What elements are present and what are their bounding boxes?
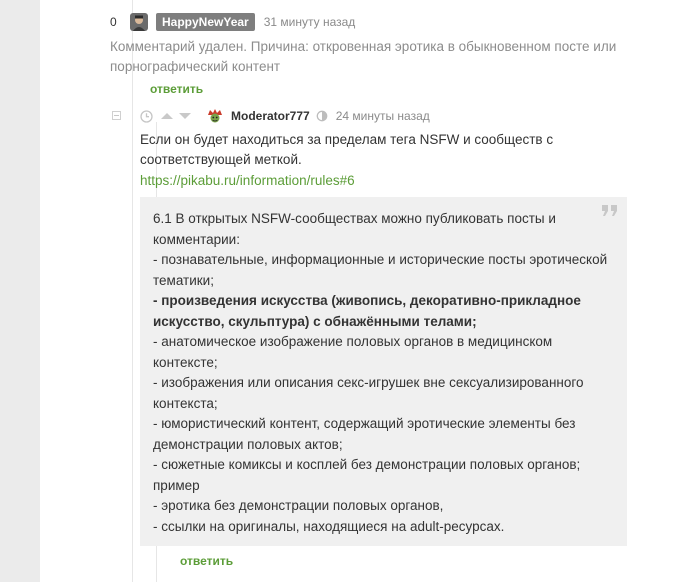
rules-quote: 6.1 В открытых NSFW-сообществах можно пу… — [140, 197, 627, 546]
comment-time[interactable]: 24 минуты назад — [336, 109, 430, 123]
comment-text: Если он будет находиться за пределам тег… — [140, 132, 554, 167]
quote-line: - познавательные, информационные и истор… — [153, 252, 608, 288]
quote-line: - произведения искусства (живопись, деко… — [153, 293, 581, 329]
thread-line — [132, 0, 133, 582]
quote-text: 6.1 В открытых NSFW-сообществах можно пу… — [153, 209, 608, 537]
arrow-up-icon[interactable] — [160, 111, 174, 121]
quote-line: - анатомическое изображение половых орга… — [153, 334, 553, 370]
quote-line: - ссылки на оригиналы, находящиеся на ad… — [153, 518, 505, 534]
moderator-icon — [316, 110, 328, 122]
comment-header: 0 HappyNewYear 31 минуту назад — [110, 12, 355, 32]
reply-button[interactable]: ответить — [150, 82, 203, 96]
quote-line: 6.1 В открытых NSFW-сообществах можно пу… — [153, 211, 556, 247]
avatar[interactable] — [206, 107, 224, 125]
comment-header: Moderator777 24 минуты назад — [140, 106, 430, 126]
avatar[interactable] — [130, 13, 148, 31]
username-link[interactable]: Moderator777 — [231, 109, 310, 123]
comment-rating: 0 — [110, 15, 117, 29]
quote-line: - изображения или описания секс-игрушек … — [153, 375, 584, 411]
quote-line: - сюжетные комиксы и косплей без демонст… — [153, 457, 581, 493]
quote-line: - эротика без демонстрации половых орган… — [153, 498, 444, 513]
collapse-icon[interactable] — [112, 111, 121, 120]
arrow-down-icon[interactable] — [178, 111, 192, 121]
reply-button[interactable]: ответить — [180, 554, 233, 568]
deleted-comment-text: Комментарий удален. Причина: откровенная… — [110, 39, 617, 74]
clock-icon[interactable] — [140, 109, 153, 123]
comment-time[interactable]: 31 минуту назад — [264, 15, 356, 29]
username-badge[interactable]: HappyNewYear — [156, 13, 255, 31]
quote-line: - юмористический контент, содержащий эро… — [153, 416, 576, 452]
rules-link[interactable]: https://pikabu.ru/information/rules#6 — [140, 171, 355, 191]
